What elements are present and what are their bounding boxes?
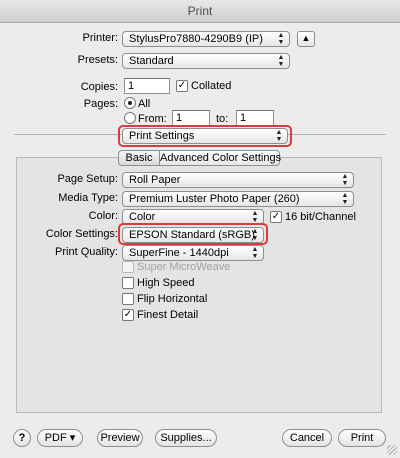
print-quality-value: SuperFine - 1440dpi [129, 247, 229, 259]
color-label: Color: [88, 210, 118, 222]
media-type-label: Media Type: [58, 192, 118, 204]
cancel-button[interactable]: Cancel [282, 429, 332, 447]
print-quality-popup[interactable]: SuperFine - 1440dpi ▲ ▼ [122, 245, 264, 261]
popup-arrows-icon: ▲ ▼ [277, 32, 285, 46]
print-quality-label: Print Quality: [55, 246, 118, 258]
pages-from-label: From: [138, 113, 167, 125]
print-button[interactable]: Print [338, 429, 386, 447]
help-button[interactable]: ? [13, 429, 31, 447]
disclosure-up-icon: ▲ [301, 33, 311, 43]
bit16-label: 16 bit/Channel [285, 211, 356, 223]
pages-to-input[interactable]: 1 [236, 110, 274, 126]
finest-detail-checkbox[interactable]: ✓ [122, 309, 134, 321]
popup-arrows-icon: ▲ ▼ [341, 173, 349, 187]
popup-arrows-icon: ▲ ▼ [341, 192, 349, 206]
high-speed-label: High Speed [137, 277, 195, 289]
check-icon: ✓ [123, 309, 133, 320]
color-settings-label: Color Settings: [45, 228, 118, 240]
check-icon: ✓ [271, 211, 281, 222]
page-setup-label: Page Setup: [57, 173, 118, 185]
check-icon: ✓ [177, 80, 187, 91]
copies-input[interactable]: 1 [124, 78, 170, 94]
presets-value: Standard [129, 55, 174, 67]
resize-grip-icon[interactable] [387, 445, 397, 455]
pages-to-label: to: [216, 113, 229, 125]
disclosure-triangle-button[interactable]: ▲ [297, 31, 315, 47]
pages-from-radio[interactable] [124, 112, 136, 124]
popup-arrows-icon: ▲ ▼ [251, 246, 259, 260]
page-setup-popup[interactable]: Roll Paper ▲ ▼ [122, 172, 354, 188]
pages-label: Pages: [83, 98, 118, 110]
pages-from-input[interactable]: 1 [172, 110, 210, 126]
pages-all-label: All [138, 98, 151, 110]
window-title: Print [0, 0, 400, 23]
collated-checkbox[interactable]: ✓ [176, 80, 188, 92]
super-microweave-checkbox[interactable] [122, 261, 134, 273]
flip-horizontal-checkbox[interactable] [122, 293, 134, 305]
flip-horizontal-label: Flip Horizontal [137, 293, 208, 305]
supplies-button[interactable]: Supplies... [155, 429, 217, 447]
super-microweave-label: Super MicroWeave [137, 261, 231, 273]
pages-all-radio[interactable] [124, 97, 136, 109]
pdf-menu-button[interactable]: PDF ▾ [37, 429, 83, 447]
high-speed-checkbox[interactable] [122, 277, 134, 289]
presets-label: Presets: [77, 54, 118, 66]
page-setup-value: Roll Paper [129, 174, 181, 186]
printer-popup[interactable]: StylusPro7880-4290B9 (IP) ▲ ▼ [122, 31, 290, 47]
media-type-value: Premium Luster Photo Paper (260) [129, 193, 300, 205]
finest-detail-label: Finest Detail [137, 309, 199, 321]
presets-popup[interactable]: Standard ▲ ▼ [122, 53, 290, 69]
printer-label: Printer: [82, 32, 118, 44]
copies-label: Copies: [80, 81, 118, 93]
bit16-checkbox[interactable]: ✓ [270, 211, 282, 223]
collated-label: Collated [191, 80, 232, 92]
preview-button[interactable]: Preview [97, 429, 143, 447]
printer-value: StylusPro7880-4290B9 (IP) [129, 33, 263, 45]
color-settings-highlight [118, 223, 268, 245]
color-value: Color [129, 211, 156, 223]
media-type-popup[interactable]: Premium Luster Photo Paper (260) ▲ ▼ [122, 191, 354, 207]
popup-arrows-icon: ▲ ▼ [251, 210, 259, 224]
section-highlight [118, 125, 292, 147]
print-dialog: Print Printer: StylusPro7880-4290B9 (IP)… [0, 0, 400, 458]
tab-basic[interactable]: Basic [118, 150, 160, 166]
popup-arrows-icon: ▲ ▼ [277, 54, 285, 68]
tab-advanced-color-settings[interactable]: Advanced Color Settings [160, 150, 281, 166]
